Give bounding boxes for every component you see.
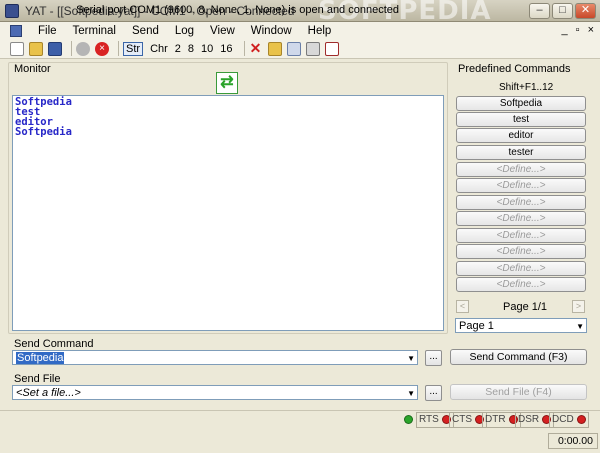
predefined-command-6[interactable]: <Define...> — [456, 178, 586, 193]
mdi-close-button[interactable]: × — [588, 24, 594, 36]
rts-label: RTS — [419, 414, 439, 425]
page-select[interactable]: Page 1 ▼ — [455, 318, 587, 333]
radix-string-button[interactable]: Str — [123, 41, 144, 56]
menu-window[interactable]: Window — [243, 25, 300, 37]
monitor-line: Softpedia — [15, 96, 72, 108]
chevron-down-icon: ▼ — [576, 322, 584, 331]
document-icon[interactable] — [10, 24, 22, 37]
radix-dec-button[interactable]: 10 — [201, 43, 213, 55]
send-command-browse-button[interactable]: ... — [425, 350, 442, 366]
cts-label: CTS — [452, 414, 472, 425]
send-command-value: Softpedia — [16, 352, 65, 364]
predefined-command-10[interactable]: <Define...> — [456, 244, 586, 259]
maximize-button[interactable]: □ — [552, 3, 573, 19]
connection-status: Serial port COM1 (9600, 8, None, 1, None… — [76, 4, 399, 16]
monitor-line: test — [15, 106, 41, 118]
predefined-command-11[interactable]: <Define...> — [456, 261, 586, 276]
predefined-command-9[interactable]: <Define...> — [456, 228, 586, 243]
dcd-indicator: DCD — [549, 412, 589, 428]
shortcut-hint: Shift+F1..12 — [499, 82, 554, 93]
page-indicator: Page 1/1 — [503, 301, 548, 313]
monitor-label: Monitor — [14, 63, 51, 75]
predefined-command-7[interactable]: <Define...> — [456, 195, 586, 210]
mdi-restore-button[interactable]: ▫ — [576, 24, 580, 36]
mdi-minimize-button[interactable]: _ — [562, 24, 568, 36]
connection-timer: 0:00.00 — [548, 433, 598, 449]
copy-icon[interactable] — [286, 41, 301, 56]
menu-view[interactable]: View — [202, 25, 243, 37]
page-next-button[interactable]: > — [572, 300, 585, 313]
dcd-label: DCD — [552, 414, 574, 425]
predefined-command-2[interactable]: test — [456, 112, 586, 127]
predefined-label: Predefined Commands — [458, 63, 571, 75]
send-file-select[interactable]: <Set a file...> ▼ — [12, 385, 418, 400]
toolbar: × Str Chr 2 8 10 16 ✕ — [0, 39, 600, 59]
send-file-browse-button[interactable]: ... — [425, 385, 442, 401]
page-prev-button[interactable]: < — [456, 300, 469, 313]
monitor-line: Softpedia — [15, 126, 72, 138]
predefined-command-12[interactable]: <Define...> — [456, 277, 586, 292]
toolbar-separator — [71, 41, 72, 56]
radix-hex-button[interactable]: 16 — [220, 43, 232, 55]
menu-send[interactable]: Send — [124, 25, 167, 37]
save-icon[interactable] — [48, 41, 62, 56]
connection-led — [404, 415, 413, 424]
radix-char-button[interactable]: Chr — [150, 43, 168, 55]
open-folder-icon[interactable] — [29, 41, 43, 56]
monitor-line: editor — [15, 116, 53, 128]
dcd-led — [576, 414, 586, 424]
predefined-command-3[interactable]: editor — [456, 128, 586, 143]
minimize-button[interactable]: – — [529, 3, 550, 19]
app-icon — [5, 3, 19, 18]
toolbar-separator — [243, 41, 245, 56]
menu-file[interactable]: File — [30, 25, 65, 37]
open-port-icon[interactable] — [76, 41, 90, 56]
close-button[interactable]: ✕ — [575, 3, 596, 19]
menu-help[interactable]: Help — [300, 25, 340, 37]
toolbar-separator — [118, 41, 119, 56]
radix-bin-button[interactable]: 2 — [175, 43, 181, 55]
chevron-down-icon[interactable]: ▼ — [407, 387, 415, 401]
swap-direction-icon[interactable]: ⇄ — [216, 72, 238, 94]
send-command-input[interactable]: Softpedia ▼ — [12, 350, 418, 365]
print-icon[interactable] — [305, 41, 320, 56]
send-file-button[interactable]: Send File (F4) — [450, 384, 587, 400]
predefined-command-8[interactable]: <Define...> — [456, 211, 586, 226]
send-file-value: <Set a file...> — [16, 387, 81, 399]
monitor-output[interactable]: Softpedia test editor Softpedia — [12, 95, 444, 331]
clear-icon[interactable]: ✕ — [249, 41, 263, 56]
menu-bar: File Terminal Send Log View Window Help … — [0, 22, 600, 39]
menu-terminal[interactable]: Terminal — [65, 25, 124, 37]
close-port-icon[interactable]: × — [95, 41, 109, 56]
refresh-icon[interactable] — [267, 41, 282, 56]
send-command-label: Send Command — [14, 338, 94, 350]
chevron-down-icon[interactable]: ▼ — [407, 352, 415, 366]
send-command-button[interactable]: Send Command (F3) — [450, 349, 587, 365]
new-file-icon[interactable] — [10, 41, 24, 56]
predefined-command-1[interactable]: Softpedia — [456, 96, 586, 111]
settings-icon[interactable] — [324, 41, 339, 56]
dsr-label: DSR — [518, 414, 540, 425]
predefined-command-5[interactable]: <Define...> — [456, 162, 586, 177]
send-file-label: Send File — [14, 373, 61, 385]
dtr-label: DTR — [485, 414, 506, 425]
menu-log[interactable]: Log — [167, 25, 202, 37]
radix-oct-button[interactable]: 8 — [188, 43, 194, 55]
predefined-command-4[interactable]: tester — [456, 145, 586, 160]
page-select-value: Page 1 — [459, 320, 494, 332]
